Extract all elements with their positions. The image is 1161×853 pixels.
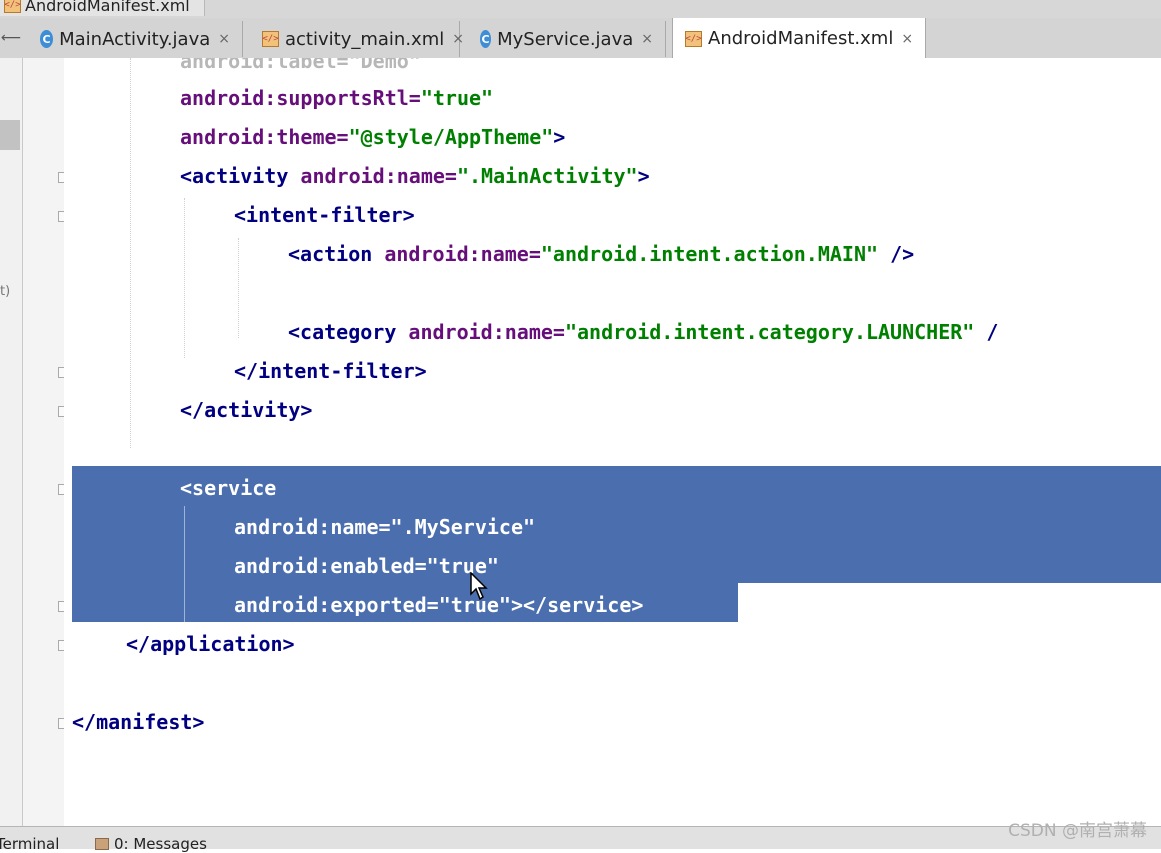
editor-tab-bar: ⟵ C MainActivity.java × </> activity_mai… (0, 18, 1161, 59)
tab-myservice-java[interactable]: C MyService.java × (468, 21, 666, 57)
tab-label: MainActivity.java (59, 28, 211, 50)
messages-tool-button[interactable]: 0: Messages (95, 835, 207, 853)
watermark: CSDN @南宫萧幕 (1008, 821, 1147, 841)
java-class-icon: C (480, 30, 492, 48)
title-bar: </> AndroidManifest.xml (0, 0, 1161, 18)
tag-bracket: > (553, 125, 566, 149)
attribute-name: android:enabled= (234, 554, 427, 578)
java-class-icon: C (40, 30, 54, 48)
tag-bracket: > (637, 164, 650, 188)
attribute-name: android:name= (234, 515, 391, 539)
code-line: </application> (126, 633, 295, 655)
indent-guide (238, 238, 239, 338)
tool-strip-label: t) (0, 284, 11, 299)
attribute-name: android:name= (396, 320, 565, 344)
messages-icon (95, 838, 109, 850)
attribute-value: "@style/AppTheme" (348, 125, 554, 149)
tag-name: <action (288, 242, 373, 266)
close-icon[interactable]: × (901, 31, 913, 47)
attribute-value: "android.intent.action.MAIN" (540, 242, 879, 266)
code-editor[interactable]: android:label="Demo" android:supportsRtl… (64, 58, 1161, 826)
messages-label: 0: Messages (114, 835, 207, 853)
close-icon[interactable]: × (641, 31, 653, 47)
close-icon[interactable]: × (218, 31, 230, 47)
tag-name: <activity (180, 164, 289, 188)
xml-file-icon: </> (4, 0, 21, 13)
close-icon[interactable]: × (452, 31, 464, 47)
xml-file-icon: </> (685, 30, 702, 47)
window-title-tab[interactable]: </> AndroidManifest.xml (0, 0, 205, 16)
mouse-cursor-icon (470, 572, 488, 601)
attribute-value: ".MyService" (390, 515, 536, 539)
xml-file-icon: </> (262, 31, 279, 47)
tag-bracket: / (974, 320, 999, 344)
tag-name: </activity> (180, 398, 313, 422)
attribute-name: android:supportsRtl= (180, 86, 421, 110)
attribute-name: android:exported= (234, 593, 439, 617)
indent-guide (184, 506, 185, 622)
attribute-value: "android.intent.category.LAUNCHER" (564, 320, 975, 344)
tab-mainactivity-java[interactable]: C MainActivity.java × (28, 21, 243, 57)
tag-name: <category (288, 320, 397, 344)
bottom-tool-bar: Terminal 0: Messages (0, 826, 1161, 853)
tag-name: </application> (126, 632, 295, 656)
tab-label: activity_main.xml (285, 28, 445, 50)
tag-name: ></service> (510, 593, 644, 617)
tag-name: <service (180, 476, 277, 500)
code-line-selected: android:exported="true"></service> (234, 594, 643, 616)
code-line: </activity> (180, 399, 312, 421)
code-line: </intent-filter> (234, 360, 427, 382)
code-line: android:supportsRtl="true" (180, 87, 493, 109)
attribute-value: "true" (420, 86, 494, 110)
code-line: <category android:name="android.intent.c… (288, 321, 998, 343)
code-line: android:label="Demo" (180, 58, 421, 73)
indent-guide (184, 198, 185, 358)
code-line: android:theme="@style/AppTheme"> (180, 126, 565, 148)
window-title: AndroidManifest.xml (25, 0, 190, 15)
tab-nav-back-icon[interactable]: ⟵ (0, 18, 22, 58)
code-line: <action android:name="android.intent.act… (288, 243, 914, 265)
tag-bracket: /> (878, 242, 915, 266)
tag-name: </intent-filter> (234, 359, 427, 383)
left-tool-strip: t) (0, 58, 23, 826)
indent-guide (130, 58, 131, 448)
code-line: <intent-filter> (234, 204, 415, 226)
code-line: </manifest> (72, 711, 204, 733)
tag-name: <intent-filter> (234, 203, 415, 227)
tool-strip-button[interactable] (0, 120, 20, 150)
tab-activity-main-xml[interactable]: </> activity_main.xml × (250, 21, 464, 57)
attribute-name: android:theme= (180, 125, 349, 149)
terminal-label: Terminal (0, 835, 60, 853)
code-line-selected: <service (180, 477, 276, 499)
tab-label: AndroidManifest.xml (708, 28, 894, 49)
attribute-value: ".MainActivity" (456, 164, 638, 188)
tab-label: MyService.java (497, 28, 634, 50)
attribute-name: android:name= (372, 242, 541, 266)
terminal-tool-button[interactable]: Terminal (0, 835, 59, 853)
code-line-selected: android:enabled="true" (234, 555, 499, 577)
tab-androidmanifest-xml[interactable]: </> AndroidManifest.xml × (672, 18, 926, 59)
tag-name: </manifest> (72, 710, 205, 734)
code-line: <activity android:name=".MainActivity"> (180, 165, 650, 187)
attribute-name: android:name= (288, 164, 457, 188)
code-line-selected: android:name=".MyService" (234, 516, 535, 538)
